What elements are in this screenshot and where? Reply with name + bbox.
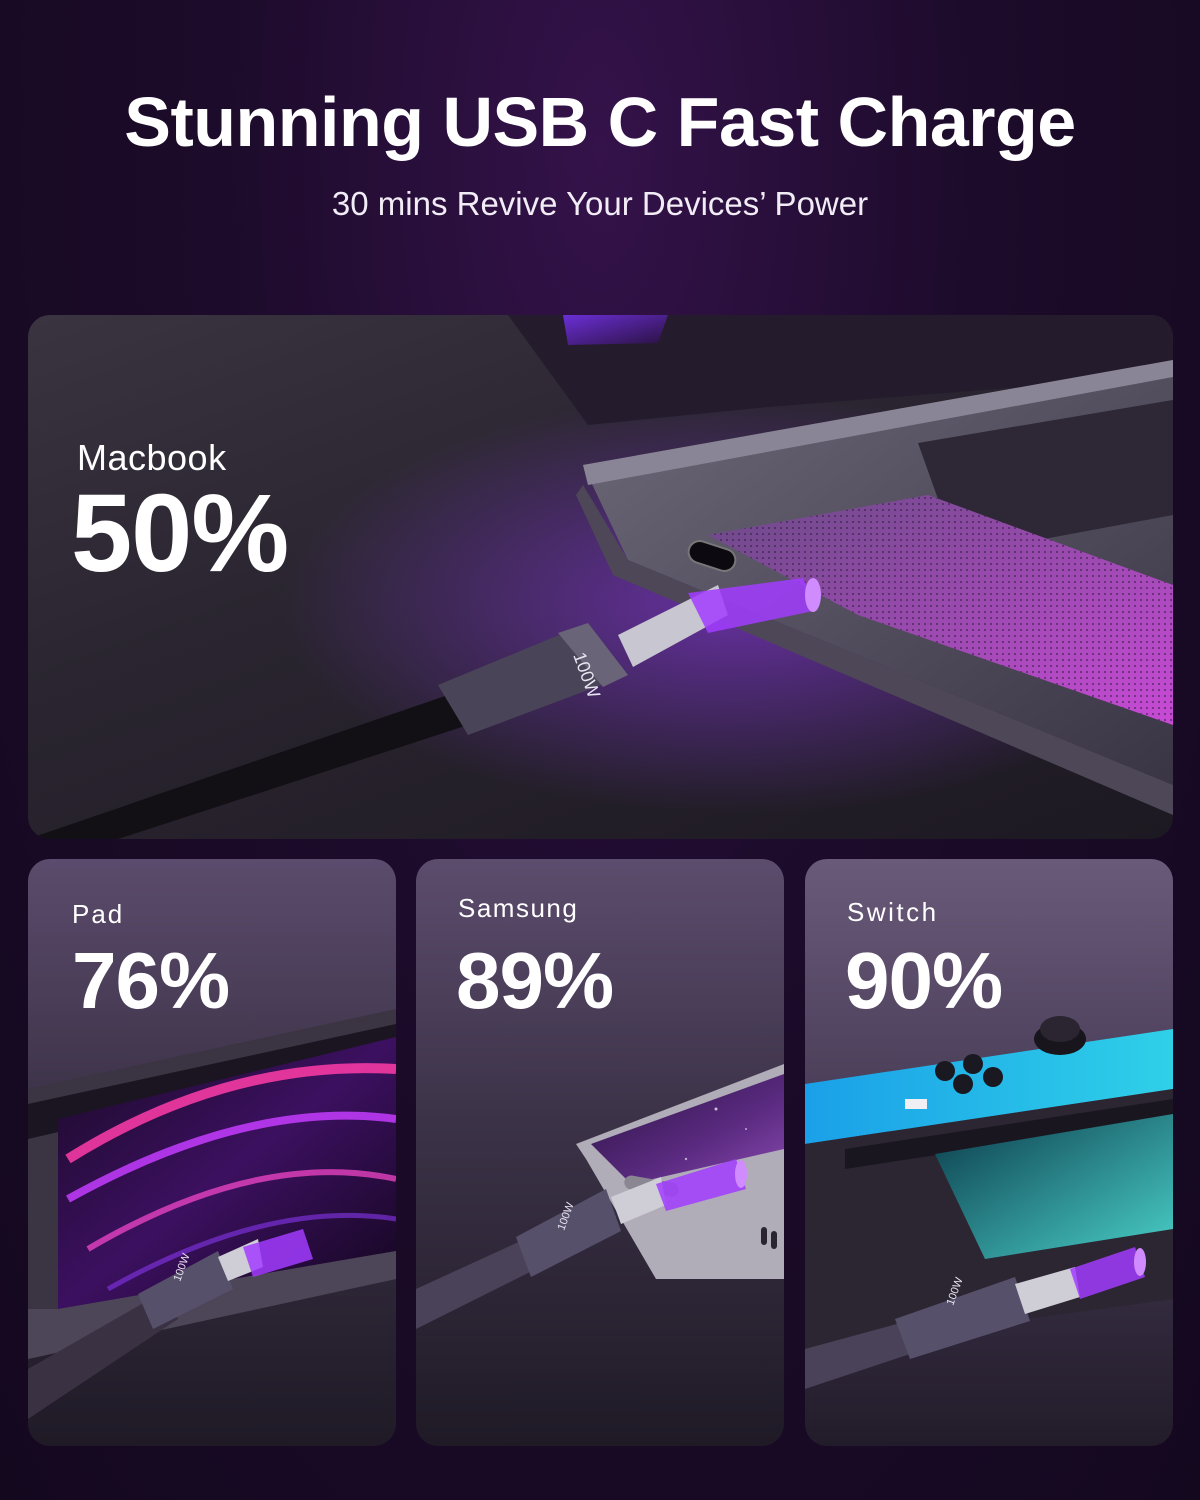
macbook-percent: 50%: [71, 472, 289, 595]
pad-percent: 76%: [72, 936, 230, 1025]
switch-card: 100W Switch 90%: [805, 859, 1173, 1446]
page-title: Stunning USB C Fast Charge: [124, 83, 1076, 161]
page-subtitle: 30 mins Revive Your Devices’ Power: [331, 185, 869, 222]
switch-label: Switch: [847, 897, 939, 927]
samsung-label: Samsung: [458, 893, 579, 923]
switch-percent: 90%: [845, 936, 1003, 1025]
pad-card: 100W Pad 76%: [28, 859, 396, 1446]
macbook-card: 100W Macbook 50%: [28, 315, 1173, 839]
laptop-screen: [563, 315, 668, 345]
samsung-card: 100W Samsung 89%: [416, 859, 784, 1446]
pad-label: Pad: [72, 899, 125, 929]
samsung-percent: 89%: [456, 936, 614, 1025]
